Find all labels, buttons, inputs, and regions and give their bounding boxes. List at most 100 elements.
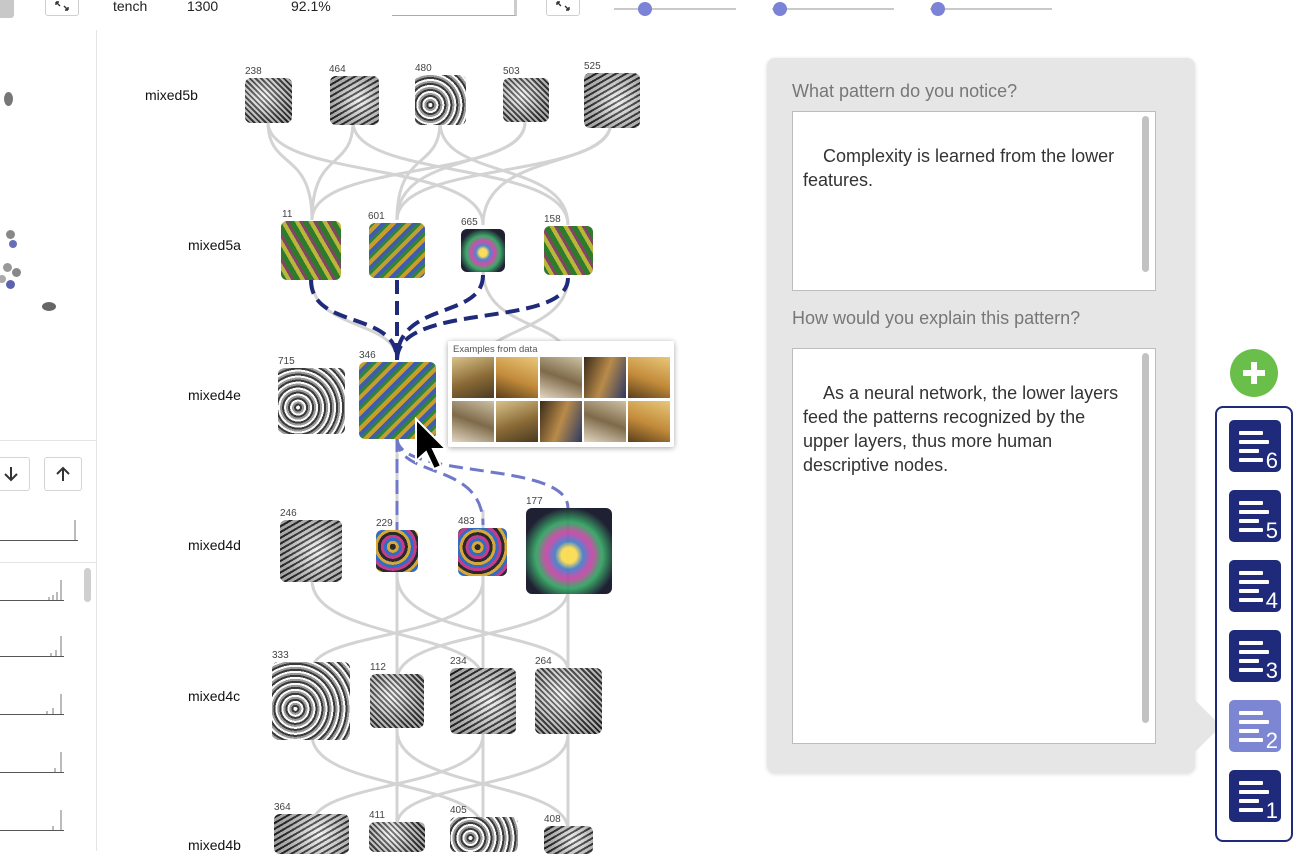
note-icon — [1239, 589, 1259, 593]
histogram-row[interactable] — [0, 574, 64, 601]
class-name: tench — [113, 0, 148, 14]
feature-node[interactable] — [330, 76, 379, 125]
node-id: 346 — [359, 350, 376, 361]
node-id: 229 — [376, 518, 393, 529]
layer-label-mixed5a: mixed5a — [188, 237, 241, 253]
add-note-button[interactable] — [1230, 349, 1278, 397]
example-image — [452, 401, 494, 442]
note-icon — [1239, 781, 1263, 785]
history-item-number: 3 — [1265, 658, 1278, 683]
sort-up-button[interactable] — [44, 457, 82, 491]
node-id: 238 — [245, 66, 262, 77]
note-icon — [1239, 668, 1263, 672]
embedding-point — [9, 240, 17, 248]
feature-node[interactable] — [281, 221, 341, 280]
note-icon — [1239, 598, 1263, 602]
expand-left-button[interactable] — [45, 0, 79, 16]
node-id: 601 — [368, 211, 385, 222]
histogram-row[interactable] — [0, 688, 64, 715]
node-id: 246 — [280, 508, 297, 519]
note-icon — [1239, 720, 1269, 724]
feature-node[interactable] — [584, 73, 640, 128]
feature-node[interactable] — [278, 368, 345, 434]
slider-thumb[interactable] — [773, 2, 787, 16]
note-icon — [1239, 449, 1259, 453]
node-id: 483 — [458, 516, 475, 527]
history-item-6[interactable]: 6 — [1229, 420, 1281, 473]
top-toolbar: tench 1300 92.1% — [0, 0, 1314, 30]
node-id: 408 — [544, 814, 561, 825]
feature-node[interactable] — [458, 528, 507, 576]
node-id: 112 — [370, 662, 386, 673]
node-id: 411 — [369, 810, 385, 821]
node-id: 480 — [415, 63, 432, 74]
feature-node[interactable] — [535, 668, 602, 734]
feature-node[interactable] — [544, 226, 593, 275]
feature-node[interactable] — [280, 520, 342, 582]
node-id: 405 — [450, 805, 467, 816]
example-image — [584, 357, 626, 398]
node-id: 715 — [278, 356, 295, 367]
slider-2[interactable] — [772, 2, 894, 16]
feature-node[interactable] — [415, 75, 466, 125]
feature-node[interactable] — [272, 662, 350, 740]
note-icon — [1239, 659, 1259, 663]
slider-3[interactable] — [930, 2, 1052, 16]
example-image — [628, 357, 670, 398]
feature-node[interactable] — [544, 826, 593, 854]
question-1-answer[interactable]: Complexity is learned from the lower fea… — [792, 111, 1156, 291]
feature-node[interactable] — [245, 78, 292, 123]
embedding-point — [4, 92, 13, 106]
example-image — [540, 401, 582, 442]
example-image — [540, 357, 582, 398]
histogram-row[interactable] — [0, 804, 64, 831]
history-item-1[interactable]: 1 — [1229, 770, 1281, 823]
layer-label-mixed5b: mixed5b — [145, 87, 198, 103]
feature-node[interactable] — [370, 674, 424, 728]
sort-down-button[interactable] — [0, 457, 30, 491]
embedding-point — [42, 302, 56, 311]
feature-node[interactable] — [376, 530, 418, 572]
node-id: 11 — [282, 209, 293, 220]
expand-icon — [55, 1, 69, 11]
question-2-label: How would you explain this pattern? — [792, 308, 1081, 328]
feature-node[interactable] — [450, 817, 518, 852]
feature-node[interactable] — [369, 822, 425, 852]
expand-icon — [556, 1, 570, 11]
feature-node[interactable] — [461, 229, 505, 272]
arrow-up-icon — [56, 466, 70, 481]
question-2-answer[interactable]: As a neural network, the lower layers fe… — [792, 348, 1156, 744]
plus-icon — [1243, 362, 1265, 384]
left-scrollbar[interactable] — [84, 568, 91, 602]
history-item-5[interactable]: 5 — [1229, 490, 1281, 543]
answer-scrollbar[interactable] — [1142, 116, 1149, 272]
feature-node[interactable] — [503, 78, 549, 122]
example-image — [496, 357, 538, 398]
toolbar-chip[interactable] — [0, 0, 14, 18]
histogram-row[interactable] — [0, 746, 64, 773]
answer-scrollbar[interactable] — [1142, 353, 1149, 723]
note-icon — [1239, 729, 1259, 733]
question-1-text: Complexity is learned from the lower fea… — [803, 146, 1120, 190]
feature-node[interactable] — [274, 814, 349, 854]
history-item-number: 2 — [1265, 728, 1278, 753]
feature-node[interactable] — [526, 508, 612, 594]
note-icon — [1239, 650, 1269, 654]
history-item-4[interactable]: 4 — [1229, 560, 1281, 613]
history-item-3[interactable]: 3 — [1229, 630, 1281, 683]
feature-node[interactable] — [450, 668, 516, 734]
slider-thumb[interactable] — [638, 2, 652, 16]
slider-thumb[interactable] — [931, 2, 945, 16]
history-item-number: 1 — [1265, 798, 1278, 823]
slider-1[interactable] — [614, 2, 736, 16]
note-icon — [1239, 431, 1263, 435]
history-item-2[interactable]: 2 — [1229, 700, 1281, 753]
feature-node[interactable] — [369, 223, 425, 278]
note-icon — [1239, 510, 1269, 514]
examples-tooltip: Examples from data — [448, 341, 674, 447]
note-icon — [1239, 528, 1263, 532]
history-item-number: 6 — [1265, 448, 1278, 473]
note-icon — [1239, 571, 1263, 575]
histogram-row[interactable] — [0, 630, 64, 657]
expand-graph-button[interactable] — [546, 0, 580, 16]
